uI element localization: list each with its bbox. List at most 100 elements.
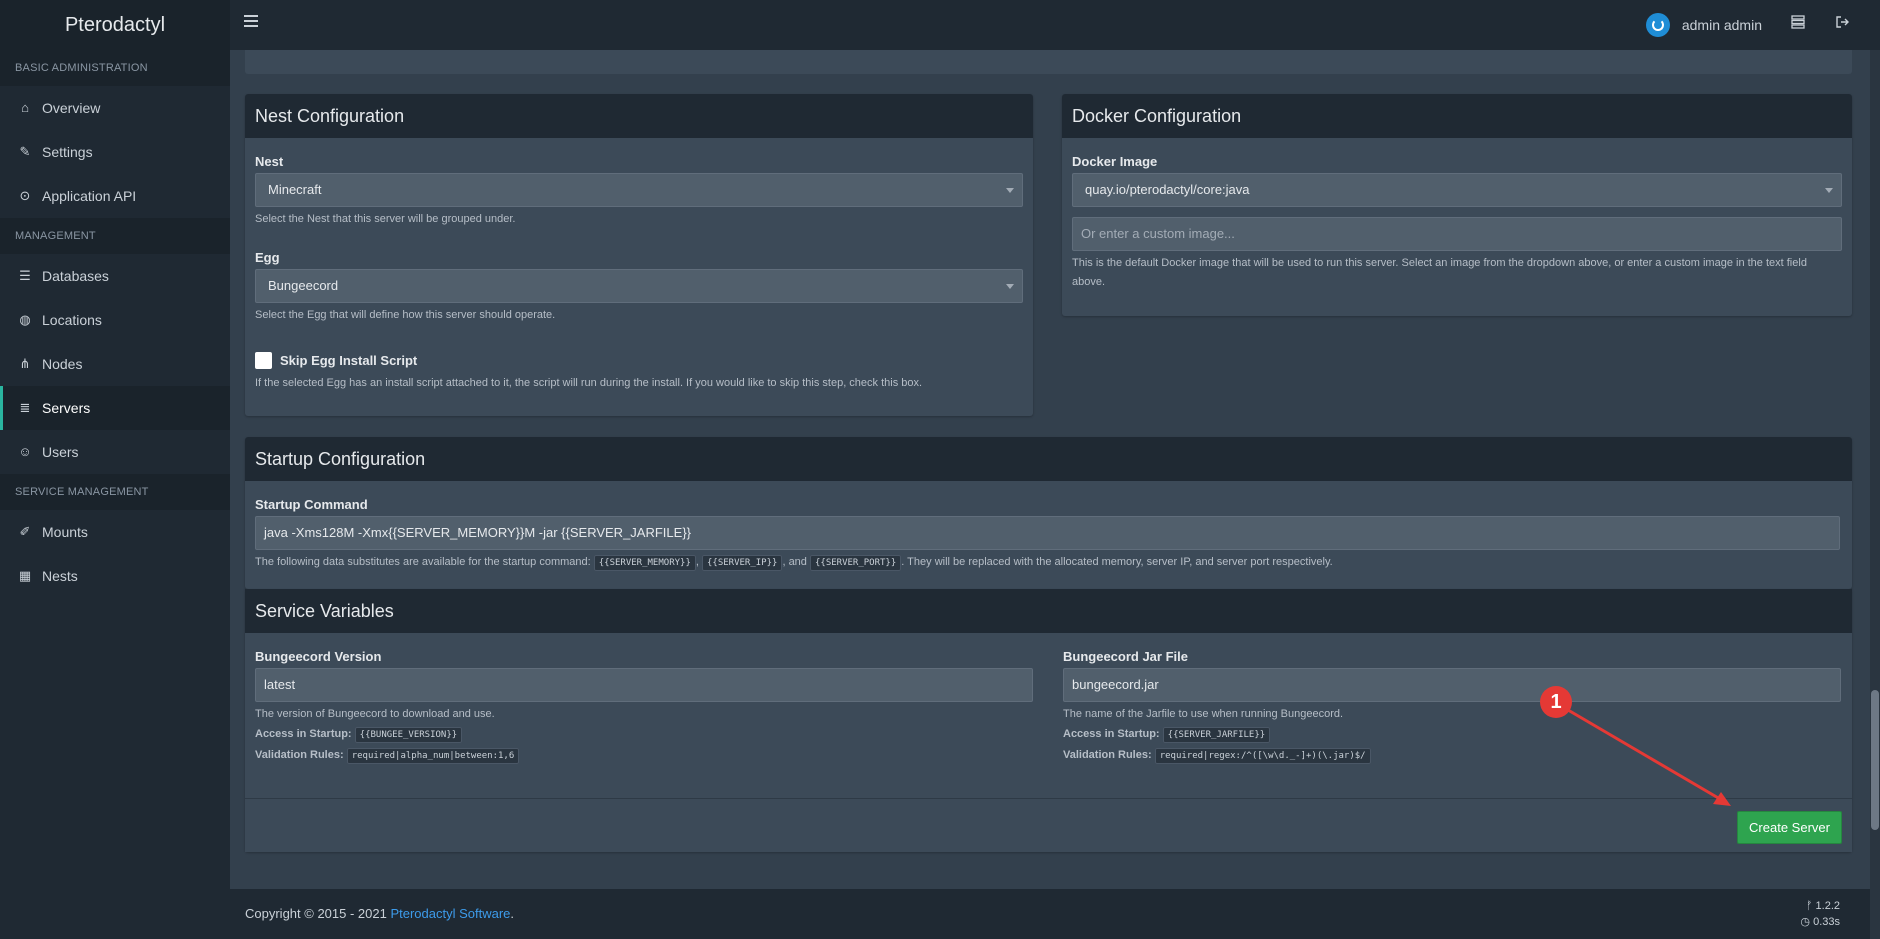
globe-icon: ◍: [19, 312, 31, 327]
nest-help: Select the Nest that this server will be…: [255, 213, 516, 225]
nest-select[interactable]: Minecraft: [255, 173, 1023, 207]
var-desc-jarfile: The name of the Jarfile to use when runn…: [1063, 708, 1344, 720]
startup-help-suffix: . They will be replaced with the allocat…: [901, 556, 1333, 568]
sidebar-item-application-api[interactable]: ⊙ Application API: [0, 174, 230, 218]
access-code: {{SERVER_JARFILE}}: [1162, 727, 1271, 743]
sidebar-item-label: Locations: [42, 312, 102, 328]
version-number: 1.2.2: [1815, 900, 1840, 912]
page-footer: Copyright © 2015 - 2021 Pterodactyl Soft…: [230, 889, 1880, 939]
copyright-text: Copyright © 2015 - 2021 Pterodactyl Soft…: [245, 906, 514, 921]
wrench-icon: ✎: [19, 144, 31, 159]
scrollbar-thumb[interactable]: [1871, 690, 1879, 830]
docker-image-label: Docker Image: [1072, 154, 1158, 169]
startup-command-input[interactable]: java -Xms128M -Xmx{{SERVER_MEMORY}}M -ja…: [255, 516, 1840, 550]
sidebar-item-label: Overview: [42, 100, 101, 116]
sign-out-icon[interactable]: [1834, 15, 1850, 31]
sidebar-item-nests[interactable]: ▦ Nests: [0, 554, 230, 598]
sidebar-item-label: Nests: [42, 568, 78, 584]
var-access-version: Access in Startup: {{BUNGEE_VERSION}}: [255, 725, 463, 745]
service-variables-title: Service Variables: [245, 589, 1852, 633]
magic-wand-icon: ✐: [19, 524, 31, 539]
bungeecord-version-value: latest: [264, 677, 296, 692]
sidebar-item-settings[interactable]: ✎ Settings: [0, 130, 230, 174]
rules-label: Validation Rules:: [255, 749, 344, 761]
bungeecord-jarfile-value: bungeecord.jar: [1072, 677, 1159, 692]
sidebar-item-label: Users: [42, 444, 79, 460]
sidebar-header-service: SERVICE MANAGEMENT: [0, 474, 230, 510]
custom-image-placeholder: Or enter a custom image...: [1081, 226, 1235, 241]
create-server-button[interactable]: Create Server: [1737, 811, 1842, 844]
home-icon: ⌂: [21, 100, 29, 115]
sidebar-header-management: MANAGEMENT: [0, 218, 230, 254]
access-label: Access in Startup:: [1063, 728, 1160, 740]
startup-configuration-box: Startup Configuration Startup Command ja…: [245, 437, 1852, 589]
sidebar-item-locations[interactable]: ◍ Locations: [0, 298, 230, 342]
startup-help-and: , and: [782, 556, 807, 568]
chevron-down-icon: [1006, 284, 1014, 289]
sidebar-item-servers[interactable]: ≣ Servers: [0, 386, 230, 430]
version-info: ᚠ 1.2.2 ◷ 0.33s: [1800, 898, 1840, 930]
bungeecord-version-input[interactable]: latest: [255, 668, 1033, 702]
sidebar-header-basic: BASIC ADMINISTRATION: [0, 50, 230, 86]
skip-egg-label[interactable]: Skip Egg Install Script: [280, 353, 417, 368]
docker-image-select[interactable]: quay.io/pterodactyl/core:java: [1072, 173, 1842, 207]
sidebar-item-label: Databases: [42, 268, 109, 284]
sidebar-item-nodes[interactable]: ⋔ Nodes: [0, 342, 230, 386]
docker-help: This is the default Docker image that wi…: [1072, 254, 1842, 292]
sitemap-icon: ⋔: [19, 356, 31, 371]
docker-configuration-title: Docker Configuration: [1062, 94, 1852, 138]
annotation-number: 1: [1540, 686, 1572, 718]
copyright-dot: .: [510, 906, 515, 921]
skip-egg-checkbox[interactable]: [255, 352, 272, 369]
sidebar-item-label: Servers: [42, 400, 91, 416]
skip-egg-help: If the selected Egg has an install scrip…: [255, 377, 923, 389]
access-code: {{BUNGEE_VERSION}}: [354, 727, 463, 743]
user-name: admin admin: [1681, 17, 1762, 33]
brand-logo[interactable]: Pterodactyl: [0, 0, 230, 50]
rules-label: Validation Rules:: [1063, 749, 1152, 761]
user-menu[interactable]: admin admin: [1645, 12, 1762, 38]
form-footer: Create Server: [245, 798, 1852, 852]
var-ip-code: {{SERVER_IP}}: [702, 555, 783, 571]
chevron-down-icon: [1825, 188, 1833, 193]
main-content: Nest Configuration Nest Minecraft Select…: [230, 50, 1880, 889]
hamburger-icon[interactable]: [244, 15, 258, 27]
sidebar-item-label: Nodes: [42, 356, 83, 372]
access-label: Access in Startup:: [255, 728, 352, 740]
users-icon: ☺: [18, 444, 32, 459]
company-link[interactable]: Pterodactyl Software: [390, 906, 510, 921]
sidebar: BASIC ADMINISTRATION ⌂ Overview ✎ Settings…: [0, 50, 230, 939]
sidebar-item-label: Settings: [42, 144, 93, 160]
power-avatar-icon: [1645, 13, 1670, 37]
startup-configuration-title: Startup Configuration: [245, 437, 1852, 481]
custom-image-input[interactable]: Or enter a custom image...: [1072, 217, 1842, 251]
egg-select[interactable]: Bungeecord: [255, 269, 1023, 303]
var-rules-jarfile: Validation Rules: required|regex:/^([\w\…: [1063, 746, 1371, 766]
sidebar-item-label: Application API: [42, 188, 137, 204]
sidebar-item-overview[interactable]: ⌂ Overview: [0, 86, 230, 130]
startup-help-prefix: The following data substitutes are avail…: [255, 556, 591, 568]
nest-configuration-title: Nest Configuration: [245, 94, 1033, 138]
server-stack-icon[interactable]: [1790, 15, 1806, 31]
var-access-jarfile: Access in Startup: {{SERVER_JARFILE}}: [1063, 725, 1271, 745]
scrollbar[interactable]: [1870, 50, 1880, 939]
egg-label: Egg: [255, 250, 280, 265]
bungeecord-jarfile-input[interactable]: bungeecord.jar: [1063, 668, 1841, 702]
sidebar-item-databases[interactable]: ☰ Databases: [0, 254, 230, 298]
egg-help: Select the Egg that will define how this…: [255, 309, 556, 321]
gamepad-icon: ⊙: [19, 188, 31, 203]
startup-help: The following data substitutes are avail…: [255, 553, 1840, 573]
var-memory-code: {{SERVER_MEMORY}}: [593, 555, 696, 571]
sidebar-item-mounts[interactable]: ✐ Mounts: [0, 510, 230, 554]
docker-configuration-box: Docker Configuration Docker Image quay.i…: [1062, 94, 1852, 316]
sidebar-item-label: Mounts: [42, 524, 88, 540]
nest-select-value: Minecraft: [268, 182, 322, 197]
database-icon: ☰: [19, 268, 31, 283]
grid-icon: ▦: [18, 568, 32, 583]
var-port-code: {{SERVER_PORT}}: [809, 555, 902, 571]
sidebar-item-users[interactable]: ☺ Users: [0, 430, 230, 474]
nest-configuration-box: Nest Configuration Nest Minecraft Select…: [245, 94, 1033, 416]
var-label-jarfile: Bungeecord Jar File: [1063, 649, 1188, 664]
docker-image-value: quay.io/pterodactyl/core:java: [1085, 182, 1250, 197]
branch-icon: ᚠ: [1805, 900, 1813, 912]
